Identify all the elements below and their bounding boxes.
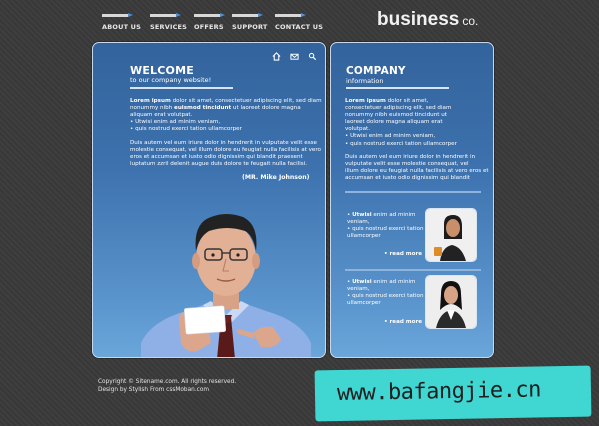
text-line: • quis nostrud exerci tation	[347, 226, 424, 233]
company-paragraph-2: Duis autem vel eum iriure dolor in hendr…	[345, 154, 489, 182]
read-more-link[interactable]: • read more	[384, 251, 422, 257]
text-line: aliquam erat volutpat.	[130, 112, 193, 119]
text-line: vulputate velit esse molestie consequat,…	[345, 161, 469, 168]
bullet-item: • quis nostrud exerci tation ullamcorper	[345, 140, 457, 147]
section-divider	[345, 269, 481, 271]
text-line: illum dolore eu feugiat nulla facilisis …	[345, 168, 489, 175]
welcome-subtitle: to our company website!	[130, 76, 212, 84]
nav-label: SERVICES	[150, 23, 188, 31]
mail-icon[interactable]	[290, 52, 299, 61]
bullet-item: • quis nostrud exerci tation ullamcorper	[130, 126, 242, 133]
text-line: enim ad minim	[373, 212, 416, 218]
site-logo[interactable]: business co.	[377, 9, 478, 31]
company-panel: COMPANY information Lorem ipsum dolor si…	[330, 42, 494, 358]
nav-indicator	[102, 13, 133, 17]
woman-photo	[426, 209, 476, 261]
text-line: laoreet dolore magna aliquam erat	[345, 119, 443, 126]
lead-bold: Utwisi	[352, 212, 372, 218]
nav-about-us[interactable]: ABOUT US	[102, 13, 142, 31]
woman-photo	[426, 276, 476, 328]
read-more-link[interactable]: • read more	[384, 319, 422, 325]
text-line: nonummy nibh euismod tincidunt ut	[345, 112, 447, 119]
text-line: veniam,	[347, 286, 370, 293]
text-line: eros et accumsan et iusto odio dignissim…	[130, 154, 303, 161]
text-line: accumsan et iusto odio dignissim qui bla…	[345, 175, 470, 182]
signature: (MR. Mike Johnson)	[242, 174, 310, 181]
welcome-paragraph-2: Duis autem vel eum iriure dolor in hendr…	[130, 140, 321, 168]
text-line: volutpat.	[345, 126, 370, 133]
bullet-item: • Utwisi enim ad minim veniam,	[130, 119, 221, 126]
bullet-item: • Utwisi enim ad minim veniam,	[345, 133, 436, 140]
text-line: ullamcorper	[347, 233, 381, 240]
nav-indicator	[194, 13, 225, 17]
watermark-banner: www.bafangjie.cn	[314, 365, 592, 422]
news-item-2-text: • Utwisi enim ad minim veniam, • quis no…	[347, 279, 424, 307]
news-item-1-text: • Utwisi enim ad minim veniam, • quis no…	[347, 212, 424, 240]
text-line: ullamcorper	[347, 300, 381, 307]
nav-services[interactable]: SERVICES	[150, 13, 188, 31]
title-underline	[130, 87, 233, 89]
text-line: Duis autem vel eum iriure dolor in hendr…	[130, 140, 317, 146]
design-credit: Design by Stylish From cssMoban.com	[98, 387, 210, 393]
nav-offers[interactable]: OFFERS	[194, 13, 225, 31]
watermark-text: www.bafangjie.cn	[336, 377, 542, 407]
nav-indicator	[232, 13, 263, 17]
read-more-label: read more	[389, 251, 423, 257]
bold-phrase: euismod tincidunt	[174, 105, 232, 112]
nav-label: ABOUT US	[102, 23, 142, 31]
nav-label: SUPPORT	[232, 23, 268, 31]
footer: Copyright © Sitename.com. All rights res…	[98, 378, 236, 394]
nav-label: OFFERS	[194, 23, 224, 31]
logo-suffix: co.	[462, 14, 479, 28]
text-line: enim ad minim	[373, 279, 416, 285]
text-line: ut laoreet dolore magna	[232, 105, 301, 112]
text-line: molestie consequat, vel illum dolore eu …	[130, 147, 321, 154]
panel-toolbar	[272, 52, 317, 61]
logo-main: business	[377, 9, 460, 30]
text-line: nonummy nibh	[130, 105, 173, 112]
read-more-label: read more	[389, 319, 423, 325]
nav-indicator	[275, 13, 306, 17]
home-icon[interactable]	[272, 52, 281, 61]
text-line: Duis autem vel eum iriure dolor in hendr…	[345, 154, 476, 160]
nav-support[interactable]: SUPPORT	[232, 13, 268, 31]
nav-indicator	[150, 13, 181, 17]
title-underline	[346, 87, 449, 89]
news-thumbnail-1[interactable]	[425, 208, 477, 262]
company-paragraph-1: Lorem ipsum dolor sit amet, consectetuer…	[345, 98, 457, 148]
section-divider	[345, 191, 481, 193]
welcome-paragraph-1: Lorem ipsum dolor sit amet, consectetuer…	[130, 98, 322, 133]
copyright-text: Copyright © Sitename.com. All rights res…	[98, 379, 237, 385]
text-line: luptatum zzril delenit augue duis dolore…	[130, 161, 307, 168]
lead-bold: Utwisi	[352, 279, 372, 285]
text-line: • quis nostrud exerci tation	[347, 293, 424, 300]
text-line: veniam,	[347, 219, 370, 226]
nav-label: CONTACT US	[275, 23, 324, 31]
text-line: dolor sit amet,	[387, 98, 429, 104]
search-icon[interactable]	[308, 52, 317, 61]
nav-contact-us[interactable]: CONTACT US	[275, 13, 324, 31]
text-line: dolor sit amet, consectetuer adipiscing …	[172, 98, 322, 104]
businessman-photo	[141, 214, 311, 357]
company-title: COMPANY	[346, 65, 406, 77]
lead-bold: Lorem ipsum	[345, 98, 386, 104]
text-line: consectetuer adipiscing elit, sed diam	[345, 105, 452, 112]
company-subtitle: information	[346, 77, 384, 85]
lead-bold: Lorem ipsum	[130, 98, 171, 104]
news-thumbnail-2[interactable]	[425, 275, 477, 329]
welcome-panel: WELCOME to our company website! Lorem ip…	[92, 42, 326, 358]
